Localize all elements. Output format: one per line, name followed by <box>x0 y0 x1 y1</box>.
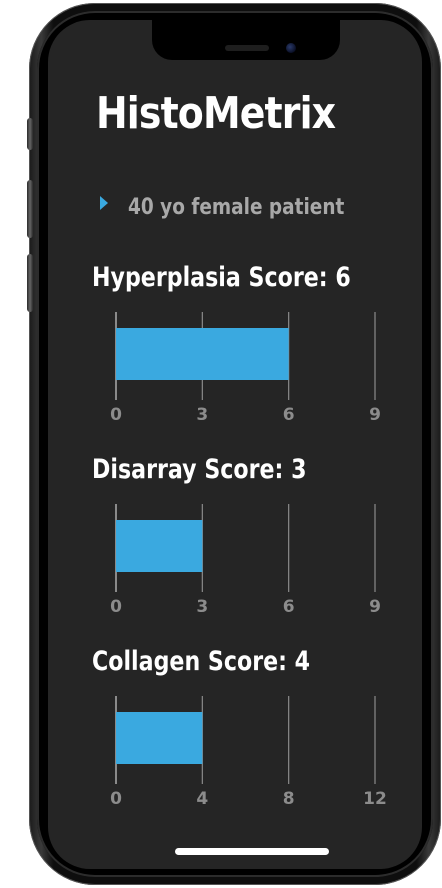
disarray-tick-label: 3 <box>196 597 208 616</box>
disarray-bar <box>116 520 203 572</box>
hyperplasia-bar <box>116 328 289 380</box>
disarray-chart-svg: 0 3 6 9 <box>110 504 381 616</box>
hyperplasia-tick-label: 6 <box>283 405 295 424</box>
collagen-chart-svg: 0 4 8 12 <box>110 696 387 808</box>
app-screen: HistoMetrix 40 yo female patient Hyperpl… <box>48 20 422 869</box>
mute-switch <box>27 118 33 150</box>
camera-icon <box>286 43 296 53</box>
disarray-tick-label: 6 <box>283 597 295 616</box>
speaker-grille <box>225 45 269 51</box>
collagen-bar <box>116 712 203 764</box>
volume-down-button <box>27 254 33 312</box>
hyperplasia-tick-label: 3 <box>196 405 208 424</box>
disarray-score-title: Disarray Score: 3 <box>92 454 307 485</box>
hyperplasia-chart-svg: 0 3 6 9 <box>110 312 381 424</box>
collagen-score-title: Collagen Score: 4 <box>92 646 311 677</box>
disarray-score-chart: 0 3 6 9 <box>48 504 422 616</box>
hyperplasia-score-title: Hyperplasia Score: 6 <box>92 262 351 293</box>
home-indicator[interactable] <box>175 848 329 855</box>
hyperplasia-tick-label: 0 <box>110 405 122 424</box>
app-title: HistoMetrix <box>96 88 336 139</box>
disarray-tick-label: 9 <box>369 597 381 616</box>
triangle-right-icon <box>100 196 108 210</box>
hyperplasia-score-chart: 0 3 6 9 <box>48 312 422 424</box>
collagen-tick-label: 8 <box>283 789 295 808</box>
patient-info: 40 yo female patient <box>100 190 386 224</box>
volume-up-button <box>27 180 33 238</box>
collagen-tick-label: 12 <box>363 789 387 808</box>
hyperplasia-tick-label: 9 <box>369 405 381 424</box>
collagen-tick-label: 0 <box>110 789 122 808</box>
collagen-score-chart: 0 4 8 12 <box>48 696 422 808</box>
notch <box>152 20 340 60</box>
patient-description: 40 yo female patient <box>128 194 345 220</box>
disarray-tick-label: 0 <box>110 597 122 616</box>
collagen-tick-label: 4 <box>196 789 208 808</box>
